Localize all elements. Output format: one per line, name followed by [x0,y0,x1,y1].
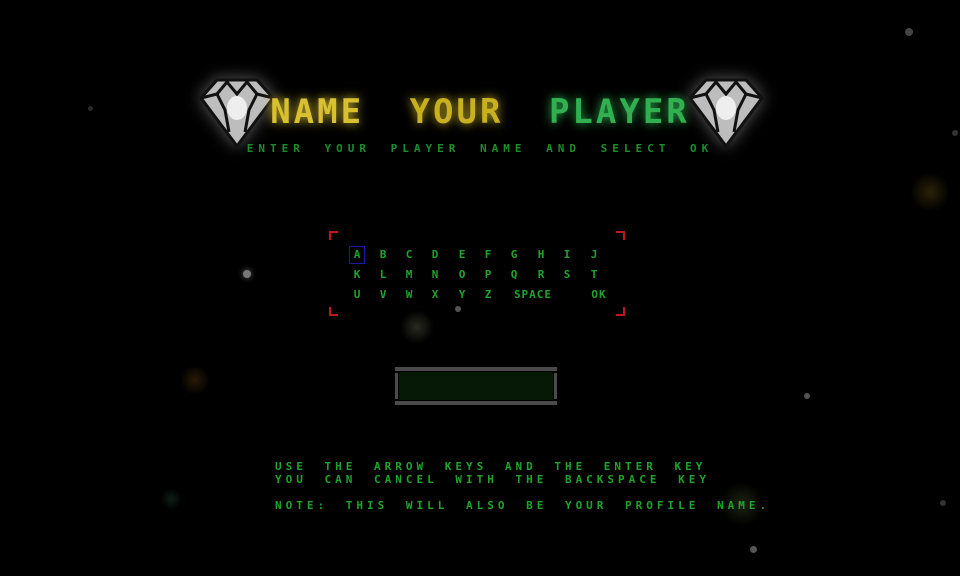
key-o[interactable]: O [455,267,469,283]
frame-corner [616,307,625,316]
title-word-3: PLAYER [548,92,690,132]
name-input-box [395,367,557,405]
key-j[interactable]: J [587,247,601,263]
key-u[interactable]: U [350,287,364,303]
particle [804,393,810,399]
key-i[interactable]: I [560,247,574,263]
key-k[interactable]: K [350,267,364,283]
title-word-1: NAME [270,92,365,132]
particle [180,365,210,395]
key-r[interactable]: R [534,267,548,283]
key-b[interactable]: B [376,247,390,263]
key-x[interactable]: X [428,287,442,303]
particle [160,488,182,510]
key-p[interactable]: P [481,267,495,283]
instruction-line-1: USE THE ARROW KEYS AND THE ENTER KEY [275,460,707,473]
input-frame-top [395,367,557,371]
key-s[interactable]: S [560,267,574,283]
key-f[interactable]: F [481,247,495,263]
title-word-2: YOUR [409,92,504,132]
key-q[interactable]: Q [507,267,521,283]
key-space[interactable]: SPACE [508,287,558,303]
particle [243,270,251,278]
key-w[interactable]: W [402,287,416,303]
particle [750,546,757,553]
page-title: NAME YOUR PLAYER [0,92,960,132]
keyboard-frame [329,231,625,316]
player-name-input[interactable] [399,372,553,400]
profile-note: NOTE: THIS WILL ALSO BE YOUR PROFILE NAM… [275,499,771,512]
key-ok[interactable]: OK [588,287,610,303]
key-a[interactable]: A [349,246,365,264]
particle [940,500,946,506]
frame-corner [329,231,338,240]
input-frame-right [554,373,557,399]
key-m[interactable]: M [402,267,416,283]
input-frame-bottom [395,401,557,405]
key-z[interactable]: Z [481,287,495,303]
key-e[interactable]: E [455,247,469,263]
subtitle: ENTER YOUR PLAYER NAME AND SELECT OK [246,142,714,155]
key-g[interactable]: G [507,247,521,263]
key-d[interactable]: D [428,247,442,263]
key-h[interactable]: H [534,247,548,263]
key-l[interactable]: L [376,267,390,283]
key-v[interactable]: V [376,287,390,303]
frame-corner [329,307,338,316]
key-c[interactable]: C [402,247,416,263]
frame-corner [616,231,625,240]
particle [910,172,950,212]
key-n[interactable]: N [428,267,442,283]
key-y[interactable]: Y [455,287,469,303]
input-frame-left [395,373,398,399]
instruction-line-2: YOU CAN CANCEL WITH THE BACKSPACE KEY [275,473,711,486]
key-t[interactable]: T [587,267,601,283]
particle [905,28,913,36]
